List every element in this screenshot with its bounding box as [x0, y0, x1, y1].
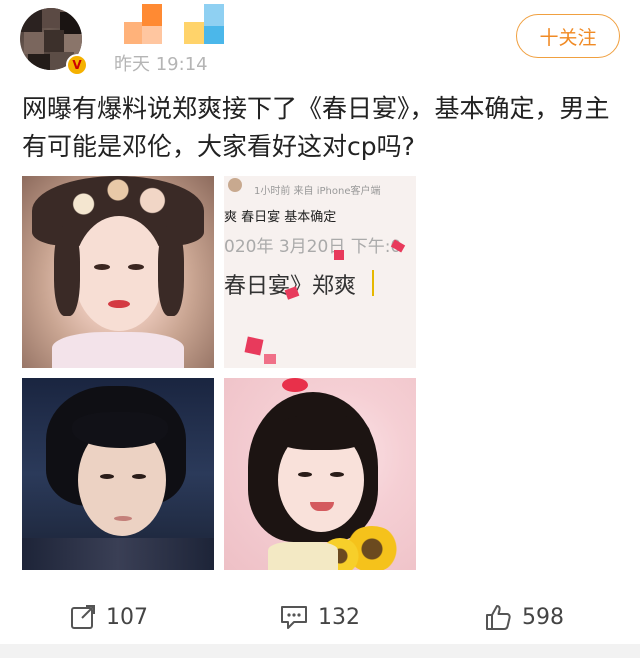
avatar-thumb	[228, 178, 242, 192]
eye	[298, 472, 312, 477]
action-bar: 107 132 598	[0, 596, 640, 638]
red-mark	[264, 354, 276, 364]
footer-divider	[0, 644, 640, 658]
screenshot-line: 爽 春日宴 基本确定	[224, 210, 337, 225]
hair-clip	[282, 378, 308, 392]
hair-side	[54, 226, 80, 316]
lips	[114, 516, 132, 521]
like-button[interactable]: 598	[484, 596, 564, 638]
eye	[132, 474, 146, 479]
thumbs-up-icon	[486, 605, 511, 630]
repost-count: 107	[106, 604, 148, 630]
image-actress-smiling[interactable]	[224, 378, 416, 570]
collar	[52, 332, 184, 368]
comment-count: 132	[318, 604, 360, 630]
eye	[100, 474, 114, 479]
robe	[22, 538, 214, 570]
face	[74, 216, 164, 331]
bangs	[72, 412, 168, 448]
eye	[128, 264, 144, 270]
post-header: V 昨天 19:14 十关注	[0, 0, 640, 90]
username-mosaic[interactable]	[124, 4, 224, 46]
image-actor[interactable]	[22, 378, 214, 570]
like-count: 598	[522, 604, 564, 630]
hair-side	[158, 226, 184, 316]
comment-icon	[281, 606, 307, 629]
post-timestamp: 昨天 19:14	[114, 54, 208, 75]
cursor	[372, 270, 374, 296]
post-text: 网曝有爆料说郑爽接下了《春日宴》，基本确定，男主有可能是邓伦，大家看好这对cp吗…	[22, 94, 610, 161]
repost-icon	[71, 605, 95, 629]
image-grid: 1小时前 来自 iPhone客户端 爽 春日宴 基本确定 020年 3月20日 …	[22, 176, 416, 570]
bangs	[272, 414, 370, 450]
red-mark	[244, 336, 264, 356]
image-actress-costume[interactable]	[22, 176, 214, 368]
image-screenshot-post[interactable]: 1小时前 来自 iPhone客户端 爽 春日宴 基本确定 020年 3月20日 …	[224, 176, 416, 368]
verified-badge-icon: V	[66, 54, 88, 76]
red-mark	[334, 250, 344, 260]
screenshot-meta: 1小时前 来自 iPhone客户端	[254, 186, 381, 197]
follow-button[interactable]: 十关注	[516, 14, 620, 58]
eye	[94, 264, 110, 270]
shirt	[268, 542, 338, 570]
eye	[330, 472, 344, 477]
lips	[108, 300, 130, 308]
screenshot-date: 020年 3月20日 下午:0	[224, 237, 402, 257]
comment-button[interactable]: 132	[280, 596, 360, 638]
repost-button[interactable]: 107	[70, 596, 148, 638]
